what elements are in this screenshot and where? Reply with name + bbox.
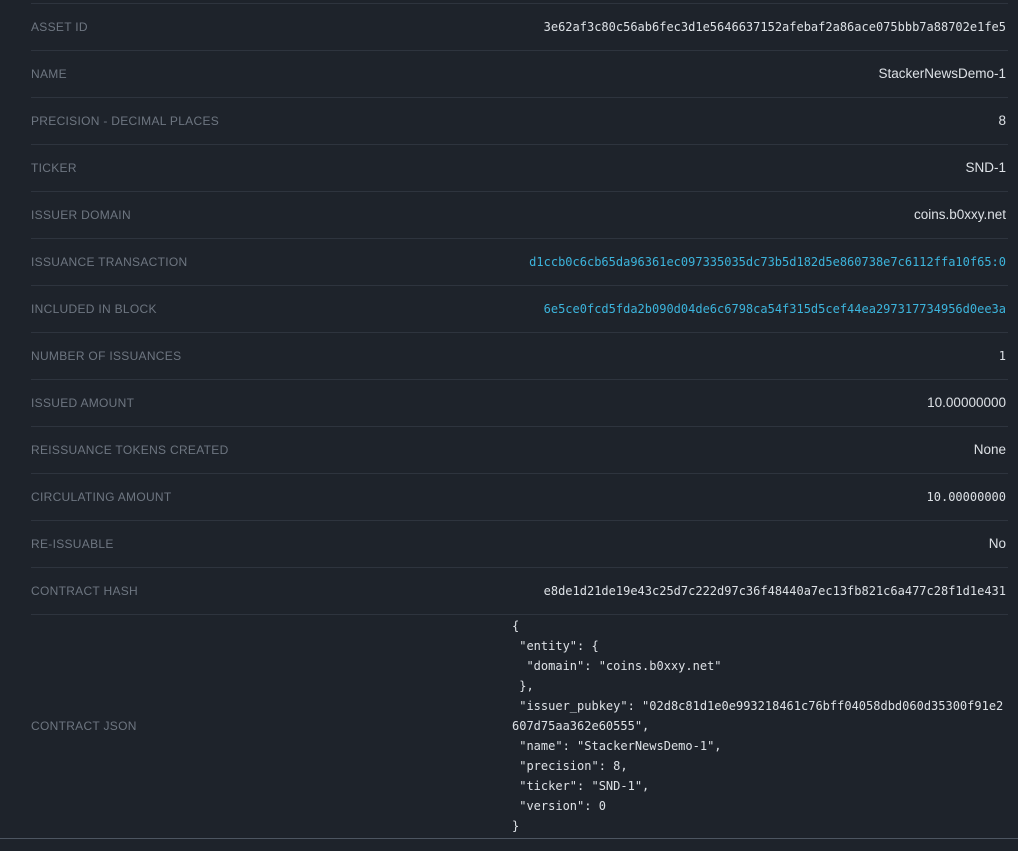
row-contract-json: CONTRACT JSON { "entity": { "domain": "c… bbox=[0, 614, 1018, 838]
re-issuable-value: No bbox=[989, 536, 1006, 551]
circulating-amount-value: 10.00000000 bbox=[927, 490, 1006, 504]
contract-hash-label: CONTRACT HASH bbox=[31, 584, 138, 598]
row-asset-id: ASSET ID 3e62af3c80c56ab6fec3d1e56466371… bbox=[0, 3, 1018, 50]
reissuance-tokens-label: REISSUANCE TOKENS CREATED bbox=[31, 443, 229, 457]
row-precision: PRECISION - DECIMAL PLACES 8 bbox=[0, 97, 1018, 144]
row-circulating-amount: CIRCULATING AMOUNT 10.00000000 bbox=[0, 473, 1018, 520]
issuer-domain-value: coins.b0xxy.net bbox=[914, 207, 1006, 222]
issuance-transaction-link[interactable]: d1ccb0c6cb65da96361ec097335035dc73b5d182… bbox=[529, 255, 1006, 269]
row-re-issuable: RE-ISSUABLE No bbox=[0, 520, 1018, 567]
row-issued-amount: ISSUED AMOUNT 10.00000000 bbox=[0, 379, 1018, 426]
number-of-issuances-label: NUMBER OF ISSUANCES bbox=[31, 349, 181, 363]
name-label: NAME bbox=[31, 67, 67, 81]
ticker-label: TICKER bbox=[31, 161, 77, 175]
issued-amount-value: 10.00000000 bbox=[927, 395, 1006, 410]
issuer-domain-label: ISSUER DOMAIN bbox=[31, 208, 131, 222]
contract-json-value: { "entity": { "domain": "coins.b0xxy.net… bbox=[512, 614, 1006, 838]
precision-label: PRECISION - DECIMAL PLACES bbox=[31, 114, 219, 128]
precision-value: 8 bbox=[998, 113, 1006, 128]
row-included-in-block: INCLUDED IN BLOCK 6e5ce0fcd5fda2b090d04d… bbox=[0, 285, 1018, 332]
row-number-of-issuances: NUMBER OF ISSUANCES 1 bbox=[0, 332, 1018, 379]
included-in-block-link[interactable]: 6e5ce0fcd5fda2b090d04de6c6798ca54f315d5c… bbox=[544, 302, 1006, 316]
asset-details-table: ASSET ID 3e62af3c80c56ab6fec3d1e56466371… bbox=[0, 3, 1018, 839]
row-contract-hash: CONTRACT HASH e8de1d21de19e43c25d7c222d9… bbox=[0, 567, 1018, 614]
contract-hash-value: e8de1d21de19e43c25d7c222d97c36f48440a7ec… bbox=[544, 584, 1006, 598]
row-reissuance-tokens: REISSUANCE TOKENS CREATED None bbox=[0, 426, 1018, 473]
issued-amount-label: ISSUED AMOUNT bbox=[31, 396, 134, 410]
reissuance-tokens-value: None bbox=[974, 442, 1006, 457]
name-value: StackerNewsDemo-1 bbox=[878, 66, 1006, 81]
row-name: NAME StackerNewsDemo-1 bbox=[0, 50, 1018, 97]
contract-json-label: CONTRACT JSON bbox=[31, 719, 137, 733]
circulating-amount-label: CIRCULATING AMOUNT bbox=[31, 490, 172, 504]
re-issuable-label: RE-ISSUABLE bbox=[31, 537, 114, 551]
ticker-value: SND-1 bbox=[965, 160, 1006, 175]
included-in-block-label: INCLUDED IN BLOCK bbox=[31, 302, 157, 316]
number-of-issuances-value: 1 bbox=[999, 349, 1006, 363]
row-issuer-domain: ISSUER DOMAIN coins.b0xxy.net bbox=[0, 191, 1018, 238]
row-ticker: TICKER SND-1 bbox=[0, 144, 1018, 191]
asset-id-value: 3e62af3c80c56ab6fec3d1e5646637152afebaf2… bbox=[544, 20, 1006, 34]
issuance-transaction-label: ISSUANCE TRANSACTION bbox=[31, 255, 187, 269]
asset-id-label: ASSET ID bbox=[31, 20, 88, 34]
row-issuance-transaction: ISSUANCE TRANSACTION d1ccb0c6cb65da96361… bbox=[0, 238, 1018, 285]
